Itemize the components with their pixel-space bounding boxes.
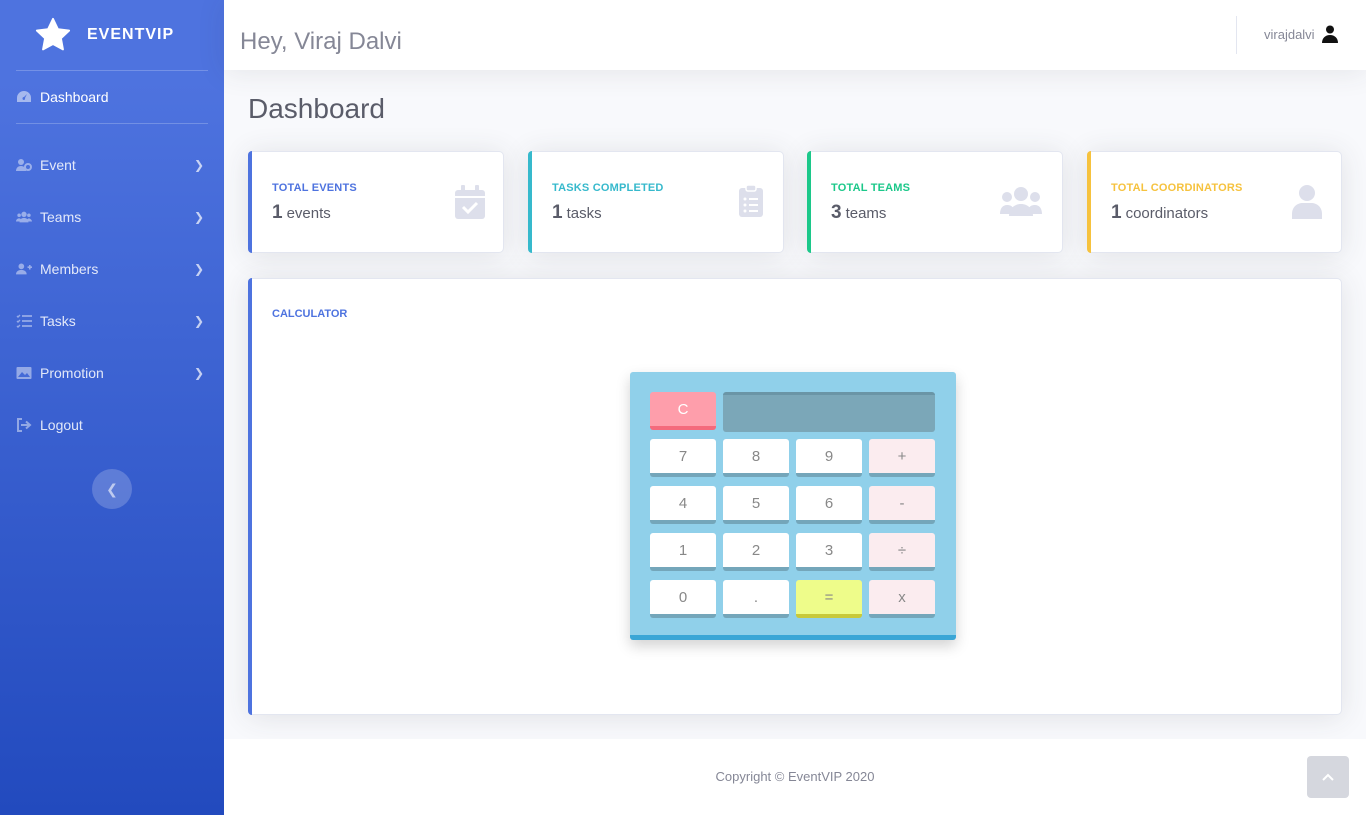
key-8[interactable]: 8 [723,439,789,477]
stat-card-teams: TOTAL TEAMS 3 teams [807,151,1063,253]
stat-title: TASKS COMPLETED [552,182,664,194]
tasks-icon [16,314,32,328]
stat-value: 1 tasks [552,202,602,224]
key-5[interactable]: 5 [723,486,789,524]
users-icon [1000,187,1042,216]
stat-number: 1 [552,202,563,223]
brand-name: EVENTVIP [87,26,175,43]
sidebar-item-label: Teams [40,209,82,225]
user-icon[interactable] [1322,25,1338,43]
stat-title: TOTAL TEAMS [831,182,911,194]
key-multiply[interactable]: x [869,580,935,618]
accent-bar [248,278,252,715]
key-1[interactable]: 1 [650,533,716,571]
key-6[interactable]: 6 [796,486,862,524]
sidebar: EVENTVIP Dashboard Event ❯ Teams ❯ Membe… [0,0,224,815]
brand[interactable]: EVENTVIP [0,0,224,70]
chevron-right-icon: ❯ [194,262,205,276]
key-4[interactable]: 4 [650,486,716,524]
calculator-display [723,392,935,432]
users-icon [16,210,32,224]
stat-unit: events [286,205,331,222]
sidebar-item-tasks[interactable]: Tasks ❯ [0,295,224,347]
star-icon [35,17,71,51]
key-divide[interactable]: ÷ [869,533,935,571]
key-0[interactable]: 0 [650,580,716,618]
scroll-to-top-button[interactable] [1307,756,1349,798]
sidebar-item-label: Promotion [40,365,104,381]
key-equals[interactable]: = [796,580,862,618]
users-cog-icon [16,158,32,172]
calculator-card: CALCULATOR C 7 8 9 + 4 5 6 - 1 2 3 ÷ 0 .… [248,278,1342,715]
calculator: C 7 8 9 + 4 5 6 - 1 2 3 ÷ 0 . = x [630,372,956,640]
sidebar-toggle-button[interactable]: ❮ [92,469,132,509]
chevron-left-icon: ❮ [106,480,118,497]
sign-out-icon [16,418,32,432]
card-title: CALCULATOR [272,308,348,320]
username[interactable]: virajdalvi [1264,27,1315,42]
key-7[interactable]: 7 [650,439,716,477]
key-decimal[interactable]: . [723,580,789,618]
chevron-right-icon: ❯ [194,210,205,224]
clear-button[interactable]: C [650,392,716,430]
sidebar-item-label: Event [40,157,76,173]
key-minus[interactable]: - [869,486,935,524]
stat-title: TOTAL COORDINATORS [1111,182,1243,194]
user-plus-icon [16,262,32,276]
stat-value: 1 events [272,202,331,224]
clipboard-list-icon [739,185,763,217]
image-icon [16,366,32,380]
sidebar-item-logout[interactable]: Logout [0,399,224,451]
chevron-right-icon: ❯ [194,314,205,328]
sidebar-item-label: Dashboard [40,89,109,105]
stat-value: 1 coordinators [1111,202,1208,224]
sidebar-item-promotion[interactable]: Promotion ❯ [0,347,224,399]
tachometer-icon [16,90,32,104]
accent-bar [807,151,811,253]
sidebar-item-label: Tasks [40,313,76,329]
page-title: Dashboard [248,93,385,124]
calendar-check-icon [455,185,485,219]
stat-card-events: TOTAL EVENTS 1 events [248,151,504,253]
copyright: Copyright © EventVIP 2020 [715,769,875,784]
stat-unit: coordinators [1125,205,1209,222]
stat-card-coordinators: TOTAL COORDINATORS 1 coordinators [1087,151,1342,253]
key-9[interactable]: 9 [796,439,862,477]
user-icon [1292,185,1322,219]
sidebar-item-teams[interactable]: Teams ❯ [0,191,224,243]
chevron-up-icon [1322,773,1334,781]
footer: Copyright © EventVIP 2020 [224,739,1366,815]
chevron-right-icon: ❯ [194,366,205,380]
accent-bar [528,151,532,253]
stat-number: 3 [831,202,842,223]
stat-unit: tasks [566,205,602,222]
stat-number: 1 [272,202,283,223]
sidebar-divider [16,123,208,124]
stat-unit: teams [845,205,887,222]
accent-bar [1087,151,1091,253]
stat-number: 1 [1111,202,1122,223]
topbar: Hey, Viraj Dalvi virajdalvi [224,0,1366,70]
greeting: Hey, Viraj Dalvi [240,28,402,55]
stat-value: 3 teams [831,202,886,224]
sidebar-item-dashboard[interactable]: Dashboard [0,71,224,123]
key-plus[interactable]: + [869,439,935,477]
sidebar-item-event[interactable]: Event ❯ [0,139,224,191]
accent-bar [248,151,252,253]
sidebar-item-label: Members [40,261,99,277]
chevron-right-icon: ❯ [194,158,205,172]
stat-title: TOTAL EVENTS [272,182,357,194]
sidebar-item-label: Logout [40,417,83,433]
topbar-divider [1236,16,1237,54]
key-3[interactable]: 3 [796,533,862,571]
stat-card-tasks: TASKS COMPLETED 1 tasks [528,151,784,253]
key-2[interactable]: 2 [723,533,789,571]
sidebar-item-members[interactable]: Members ❯ [0,243,224,295]
